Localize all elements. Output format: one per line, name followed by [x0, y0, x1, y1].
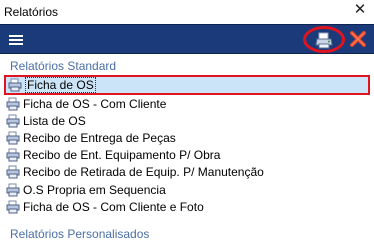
- window-title: Relatórios: [4, 5, 59, 19]
- report-label: Recibo de Ent. Equipamento P/ Obra: [23, 148, 221, 163]
- print-button[interactable]: [303, 26, 345, 53]
- report-item[interactable]: Ficha de OS - Com Cliente e Foto: [4, 198, 370, 215]
- printer-icon: [6, 148, 20, 162]
- close-icon[interactable]: ✕: [352, 2, 368, 18]
- report-item[interactable]: O.S Propria em Sequencia: [4, 181, 370, 198]
- toolbar: [0, 24, 374, 54]
- printer-icon: [6, 97, 20, 111]
- report-list: Ficha de OS Ficha de OS - Com Cliente Li…: [4, 75, 370, 215]
- delete-button[interactable]: [348, 29, 368, 49]
- report-item[interactable]: Ficha de OS: [4, 75, 370, 95]
- report-item[interactable]: Recibo de Ent. Equipamento P/ Obra: [4, 147, 370, 164]
- report-label: Lista de OS: [23, 113, 86, 128]
- printer-icon: [6, 131, 20, 145]
- report-label: O.S Propria em Sequencia: [23, 182, 166, 197]
- printer-icon: [6, 200, 20, 214]
- hamburger-menu-button[interactable]: [6, 31, 26, 49]
- report-label: Ficha de OS: [25, 77, 96, 93]
- menu-line: [9, 35, 23, 37]
- report-item[interactable]: Recibo de Retirada de Equip. P/ Manutenç…: [4, 164, 370, 181]
- report-label: Recibo de Entrega de Peças: [23, 130, 176, 145]
- section-title-custom: Relatórios Personalisados: [10, 227, 150, 241]
- title-bar: Relatórios ✕: [0, 0, 374, 24]
- report-item[interactable]: Ficha de OS - Com Cliente: [4, 95, 370, 112]
- report-label: Ficha de OS - Com Cliente: [23, 96, 167, 111]
- report-label: Recibo de Retirada de Equip. P/ Manutenç…: [23, 165, 264, 180]
- section-title-standard: Relatórios Standard: [10, 59, 117, 73]
- report-item[interactable]: Recibo de Entrega de Peças: [4, 129, 370, 146]
- menu-line: [9, 43, 23, 45]
- red-x-icon: [350, 31, 366, 47]
- printer-icon: [6, 183, 20, 197]
- menu-line: [9, 39, 23, 41]
- report-label: Ficha de OS - Com Cliente e Foto: [23, 199, 204, 214]
- printer-icon: [6, 165, 20, 179]
- printer-icon: [6, 114, 20, 128]
- printer-icon: [315, 32, 333, 49]
- printer-icon: [8, 78, 22, 92]
- report-item[interactable]: Lista de OS: [4, 112, 370, 129]
